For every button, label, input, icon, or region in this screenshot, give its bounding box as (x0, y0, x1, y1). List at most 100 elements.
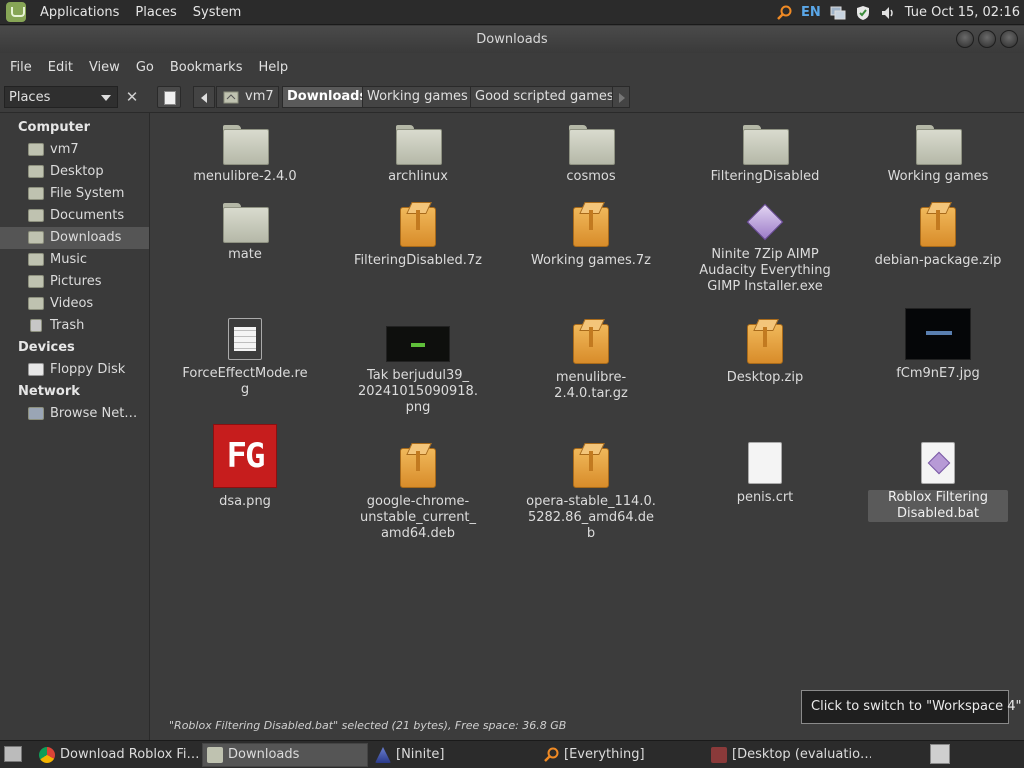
sidebar-item-file-system[interactable]: File System (0, 183, 149, 205)
folder-icon (569, 125, 615, 165)
places-menu[interactable]: Places (127, 5, 184, 20)
file-item[interactable]: menulibre-2.4.0 (175, 125, 315, 185)
edit-location-button[interactable] (157, 86, 181, 108)
home-folder-icon (28, 143, 44, 156)
file-label: Desktop.zip (726, 370, 804, 385)
archive-icon (573, 324, 609, 364)
taskbar-item-everything[interactable]: [Everything] (538, 743, 704, 767)
music-folder-icon (28, 253, 44, 266)
file-label: cosmos (566, 169, 616, 184)
shield-icon[interactable] (855, 5, 871, 21)
file-item[interactable]: Tak berjudul39_ 20241015090918. png (348, 326, 488, 416)
sidebar-item-videos[interactable]: Videos (0, 293, 149, 315)
close-sidebar-button[interactable]: ✕ (122, 86, 142, 108)
menu-file[interactable]: File (2, 60, 40, 75)
file-item[interactable]: google-chrome- unstable_current_ amd64.d… (348, 448, 488, 542)
folder-icon (916, 125, 962, 165)
file-item[interactable]: debian-package.zip (868, 207, 1008, 269)
sidebar-item-downloads[interactable]: Downloads (0, 227, 149, 249)
sidebar-heading-computer: Computer (18, 120, 91, 135)
file-item[interactable]: FGgoogle-chrome- unstable_current_ amd64… (175, 424, 315, 510)
window-titlebar[interactable]: Downloads (0, 26, 1024, 53)
maximize-button[interactable] (978, 30, 996, 48)
task-label: Download Roblox Fi… (60, 747, 200, 762)
sidebar-item-pictures[interactable]: Pictures (0, 271, 149, 293)
file-item[interactable]: opera-stable_114.0. 5282.86_amd64.deb (521, 448, 661, 542)
language-indicator[interactable]: EN (801, 5, 821, 20)
file-item[interactable]: Working games (868, 125, 1008, 185)
breadcrumb-downloads[interactable]: Downloads (282, 86, 373, 108)
sidebar-heading-devices: Devices (18, 340, 75, 355)
sidebar-item-desktop[interactable]: Desktop (0, 161, 149, 183)
menu-bookmarks[interactable]: Bookmarks (162, 60, 251, 75)
breadcrumb-scroll-left-button[interactable] (193, 86, 215, 108)
applications-menu[interactable]: Applications (32, 5, 127, 20)
show-desktop-button[interactable] (4, 746, 22, 762)
workspace-tooltip: Click to switch to "Workspace 4" (801, 690, 1022, 724)
file-item[interactable]: Ninite 7Zip AIMP Audacity Everything GIM… (695, 203, 835, 295)
sidebar-item-floppy-disk[interactable]: Floppy Disk (0, 359, 149, 381)
file-item[interactable]: mate (175, 203, 315, 263)
file-item[interactable]: menulibre-2.4.0.tar.gz (521, 324, 661, 402)
sidebar-item-label: Pictures (50, 274, 102, 289)
taskbar-item-chrome[interactable]: Download Roblox Fi… (34, 743, 200, 767)
system-tray: EN Tue Oct 15, 02:16 (776, 0, 1024, 25)
file-item[interactable]: Desktop.zip (695, 324, 835, 386)
menu-go[interactable]: Go (128, 60, 162, 75)
sidebar-item-vm7[interactable]: vm7 (0, 139, 149, 161)
folder-icon (223, 125, 269, 165)
sidebar-item-music[interactable]: Music (0, 249, 149, 271)
taskbar-item-ninite[interactable]: [Ninite] (370, 743, 536, 767)
places-sidebar: Computer vm7 Desktop File System Documen… (0, 113, 150, 740)
file-item[interactable]: FilteringDisabled.7z (348, 207, 488, 269)
archive-icon (573, 448, 609, 488)
sidebar-item-label: Trash (50, 318, 85, 333)
archive-icon (747, 324, 783, 364)
file-item[interactable]: archlinux (348, 125, 488, 185)
archive-icon (400, 207, 436, 247)
file-label: ForceEffectMode.reg (182, 366, 308, 397)
menu-edit[interactable]: Edit (40, 60, 81, 75)
sidebar-item-trash[interactable]: Trash (0, 315, 149, 337)
clock[interactable]: Tue Oct 15, 02:16 (905, 5, 1020, 20)
taskbar-item-desktop-eval[interactable]: [Desktop (evaluatio… (706, 743, 872, 767)
sidebar-item-label: Downloads (50, 230, 122, 245)
breadcrumb-good-scripted-games[interactable]: Good scripted games (470, 86, 619, 108)
menu-help[interactable]: Help (250, 60, 296, 75)
volume-icon[interactable] (880, 5, 896, 21)
menu-view[interactable]: View (81, 60, 128, 75)
location-toolbar: Places ✕ vm7 Downloads Working games Goo… (0, 81, 1024, 113)
file-item[interactable]: Working games.7z (521, 207, 661, 269)
file-view[interactable]: menulibre-2.4.0 archlinux cosmos Filteri… (155, 113, 1024, 740)
sidebar-item-browse-network[interactable]: Browse Net… (0, 403, 149, 425)
menubar: File Edit View Go Bookmarks Help (0, 53, 1024, 81)
image-thumbnail (386, 326, 450, 362)
file-label: FilteringDisabled.7z (353, 253, 482, 268)
mint-logo-icon[interactable] (6, 2, 26, 22)
file-item[interactable]: cosmos (521, 125, 661, 185)
sidebar-item-documents[interactable]: Documents (0, 205, 149, 227)
file-item[interactable]: penis.crt (695, 442, 835, 506)
breadcrumb-working-games[interactable]: Working games (362, 86, 473, 108)
breadcrumb-scroll-right-button[interactable] (612, 86, 630, 108)
file-label: dsa.png (219, 494, 271, 509)
folder-icon (207, 747, 223, 763)
file-item[interactable]: fCm9nE7.jpg (868, 308, 1008, 382)
icon-grid: menulibre-2.4.0 archlinux cosmos Filteri… (155, 113, 1024, 723)
search-icon[interactable] (776, 5, 792, 21)
sidebar-mode-select[interactable]: Places (4, 86, 118, 108)
sidebar-item-label: Floppy Disk (50, 362, 126, 377)
network-icon[interactable] (830, 5, 846, 21)
taskbar-item-downloads[interactable]: Downloads (202, 743, 368, 767)
close-button[interactable] (1000, 30, 1018, 48)
file-item[interactable]: ForceEffectMode.reg (175, 318, 315, 398)
breadcrumb-vm7[interactable]: vm7 (216, 86, 279, 108)
status-bar: "Roblox Filtering Disabled.bat" selected… (169, 719, 567, 732)
file-label: Working games.7z (530, 253, 652, 268)
text-document-icon (228, 318, 262, 360)
file-item[interactable]: FilteringDisabled (695, 125, 835, 185)
minimize-button[interactable] (956, 30, 974, 48)
system-menu[interactable]: System (185, 5, 249, 20)
file-item-selected[interactable]: Roblox Filtering Disabled.bat (868, 442, 1008, 522)
workspace-switcher[interactable] (930, 744, 950, 764)
